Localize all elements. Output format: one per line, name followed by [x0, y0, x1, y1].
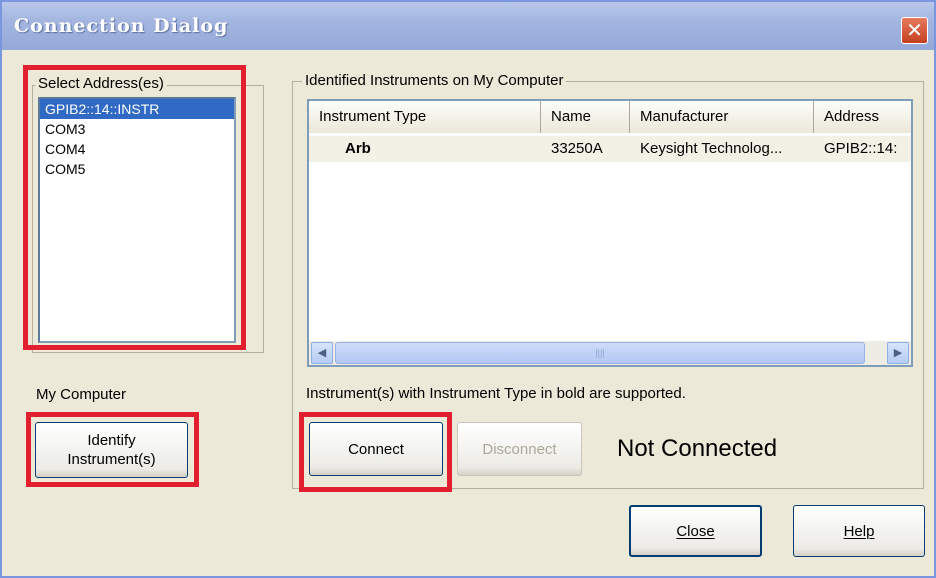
close-window-icon[interactable]: ✕	[901, 17, 928, 44]
highlight-address-list	[23, 65, 246, 350]
connection-dialog-window: Connection Dialog ✕ Select Address(es) G…	[0, 0, 936, 578]
highlight-identify-button	[26, 412, 199, 487]
cell-name: 33250A	[551, 140, 603, 157]
cell-instrument-type: Arb	[345, 140, 371, 157]
instruments-listview[interactable]: Instrument Type Name Manufacturer Addres…	[307, 99, 913, 367]
scroll-right-icon[interactable]: ▶	[887, 342, 909, 364]
column-address[interactable]: Address	[814, 101, 911, 133]
scroll-thumb[interactable]: ||||	[335, 342, 865, 364]
cell-address: GPIB2::14:	[824, 140, 898, 157]
scroll-left-icon[interactable]: ◀	[311, 342, 333, 364]
table-row[interactable]: Arb 33250A Keysight Technolog... GPIB2::…	[309, 136, 911, 162]
disconnect-button[interactable]: Disconnect	[457, 422, 582, 476]
supported-note: Instrument(s) with Instrument Type in bo…	[306, 385, 686, 402]
highlight-connect-button	[299, 412, 452, 492]
help-button-label: Help	[843, 522, 875, 540]
column-name[interactable]: Name	[541, 101, 630, 133]
listview-header: Instrument Type Name Manufacturer Addres…	[309, 101, 911, 133]
close-button[interactable]: Close	[629, 505, 762, 557]
window-title: Connection Dialog	[14, 15, 229, 37]
close-button-label: Close	[676, 522, 715, 540]
horizontal-scrollbar[interactable]: ◀ |||| ▶	[309, 341, 911, 365]
my-computer-label: My Computer	[36, 386, 127, 403]
column-manufacturer[interactable]: Manufacturer	[630, 101, 814, 133]
connection-status: Not Connected	[617, 435, 778, 462]
title-bar[interactable]: Connection Dialog ✕	[2, 2, 934, 50]
instruments-group-label: Identified Instruments on My Computer	[302, 72, 567, 89]
cell-manufacturer: Keysight Technolog...	[640, 140, 783, 157]
help-button[interactable]: Help	[793, 505, 925, 557]
column-instrument-type[interactable]: Instrument Type	[309, 101, 541, 133]
